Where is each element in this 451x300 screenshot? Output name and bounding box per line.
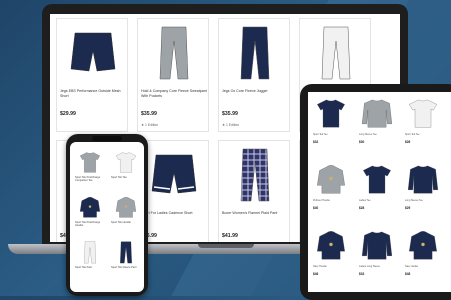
plaid-pants-icon [227,145,283,203]
tablet-device: Sport Tek Tee $32 Long Sleeve Tee $30 Sport … [300,84,451,300]
product-name[interactable]: Ladies Tee [359,199,395,202]
product-card[interactable]: Sport Tek PosiCharge Competitor Tee [74,150,106,190]
grey-hoodie-icon [315,162,347,196]
product-grid: Sport Tek PosiCharge Competitor Tee Sport… [74,150,142,280]
product-price: $41.99 [222,233,238,239]
product-name[interactable]: Navy Hoodie [313,265,349,268]
grey-hoodie-icon [114,195,138,219]
navy-jacket-icon [78,195,102,219]
navy-jogger-icon [227,23,283,81]
navy-shorts-icon [65,23,121,81]
product-name[interactable]: Long Sleeve Tee [359,133,395,136]
product-card[interactable]: Sport Tek Fleece Pant [110,240,142,280]
product-price: $29 [405,206,411,210]
product-card[interactable]: Sport Tek PosiCharge Hoodie [74,195,106,235]
product-price: $26 [405,140,411,144]
product-card[interactable]: Hold & Company Core Fleece Sweatpant Wit… [137,18,209,132]
product-card[interactable]: Pullover Hoodie $40 [312,160,350,222]
product-price: $32 [313,140,319,144]
navy-hoodie-icon [315,228,347,262]
product-card[interactable]: Long Sleeve Tee $30 [358,94,396,156]
product-name[interactable]: Sport Tek Tee [313,133,349,136]
grey-longsleeve-icon [361,96,393,130]
product-price: $30 [359,140,365,144]
navy-jacket-icon [407,228,439,262]
product-name[interactable]: Navy Jacket [405,265,441,268]
product-card[interactable]: Sport Tek Tee $26 [404,94,442,156]
grey-tee-icon [78,150,102,174]
product-name[interactable]: Sport Tek Hoodie [111,221,141,224]
product-price: $48 [405,272,411,276]
product-card[interactable]: Jegs EBS Performance Outside Mesh Short $… [56,18,128,132]
product-name[interactable]: Sport For Ladies Cadence Short [141,211,207,216]
navy-tee-icon [315,96,347,130]
product-card[interactable]: Sport Tek Hoodie [110,195,142,235]
product-name[interactable]: Pullover Hoodie [313,199,349,202]
product-badge: ★ 1 Edition [141,123,159,127]
grey-sweatpants-icon [146,23,202,81]
product-price: $4 [60,233,66,239]
product-name[interactable]: Sport Tek PosiCharge Competitor Tee [75,176,105,183]
product-name[interactable]: Hold & Company Core Fleece Sweatpant Wit… [141,89,207,99]
tablet-screen: Sport Tek Tee $32 Long Sleeve Tee $30 Sport … [308,92,451,292]
product-name[interactable]: Jegs EBS Performance Outside Mesh Short [60,89,126,99]
product-card[interactable]: Long Sleeve Tee $29 [404,160,442,222]
product-card[interactable]: Sport Tek Pant [74,240,106,280]
white-sweatpants-icon [78,240,102,264]
navy-ladies-longsleeve-icon [361,228,393,262]
product-price: $35.99 [141,111,157,117]
product-card[interactable]: Boxer Women's Flannel Plaid Pant $41.99 [218,140,290,242]
product-price: $35.99 [222,111,238,117]
product-name[interactable]: Ladies Long Sleeve [359,265,395,268]
product-card[interactable]: Sport Tek Tee [110,150,142,190]
product-name[interactable]: Boxer Women's Flannel Plaid Pant [222,211,288,216]
product-card[interactable]: Jegs Ox Core Fleece Jogger $35.99 ★ 1 Edit… [218,18,290,132]
product-card[interactable]: Navy Jacket $48 [404,226,442,288]
product-card[interactable]: Ladies Long Sleeve $33 [358,226,396,288]
white-tee-icon [114,150,138,174]
white-sweatpants-icon [308,23,364,81]
product-name[interactable]: Sport Tek Pant [75,266,105,269]
product-name[interactable]: Jegs Ox Core Fleece Jogger [222,89,288,94]
product-grid: Sport Tek Tee $32 Long Sleeve Tee $30 Sport … [312,94,442,288]
navy-ladies-tee-icon [361,162,393,196]
product-card[interactable]: Ladies Tee $28 [358,160,396,222]
product-price: $28 [359,206,365,210]
product-price: $29.99 [60,111,76,117]
white-tee-icon [407,96,439,130]
product-badge: ★ 1 Edition [222,123,240,127]
product-name[interactable]: Long Sleeve Tee [405,199,441,202]
phone-screen: Sport Tek PosiCharge Competitor Tee Sport… [70,142,144,292]
laptop-notch [198,244,254,248]
product-price: $40 [313,206,319,210]
product-price: $33 [359,272,365,276]
navy-athletic-shorts-icon [146,145,202,203]
navy-longsleeve-icon [407,162,439,196]
product-name[interactable]: Sport Tek Tee [111,176,141,179]
product-card[interactable]: Sport Tek Tee $32 [312,94,350,156]
navy-sweatpants-icon [114,240,138,264]
product-price: $46 [313,272,319,276]
product-name[interactable]: Sport Tek PosiCharge Hoodie [75,221,105,228]
product-card[interactable]: Navy Hoodie $46 [312,226,350,288]
phone-device: Sport Tek PosiCharge Competitor Tee Sport… [66,134,148,296]
product-name[interactable]: Sport Tek Tee [405,133,441,136]
phone-notch [92,136,122,141]
product-name[interactable]: Sport Tek Fleece Pant [111,266,141,269]
